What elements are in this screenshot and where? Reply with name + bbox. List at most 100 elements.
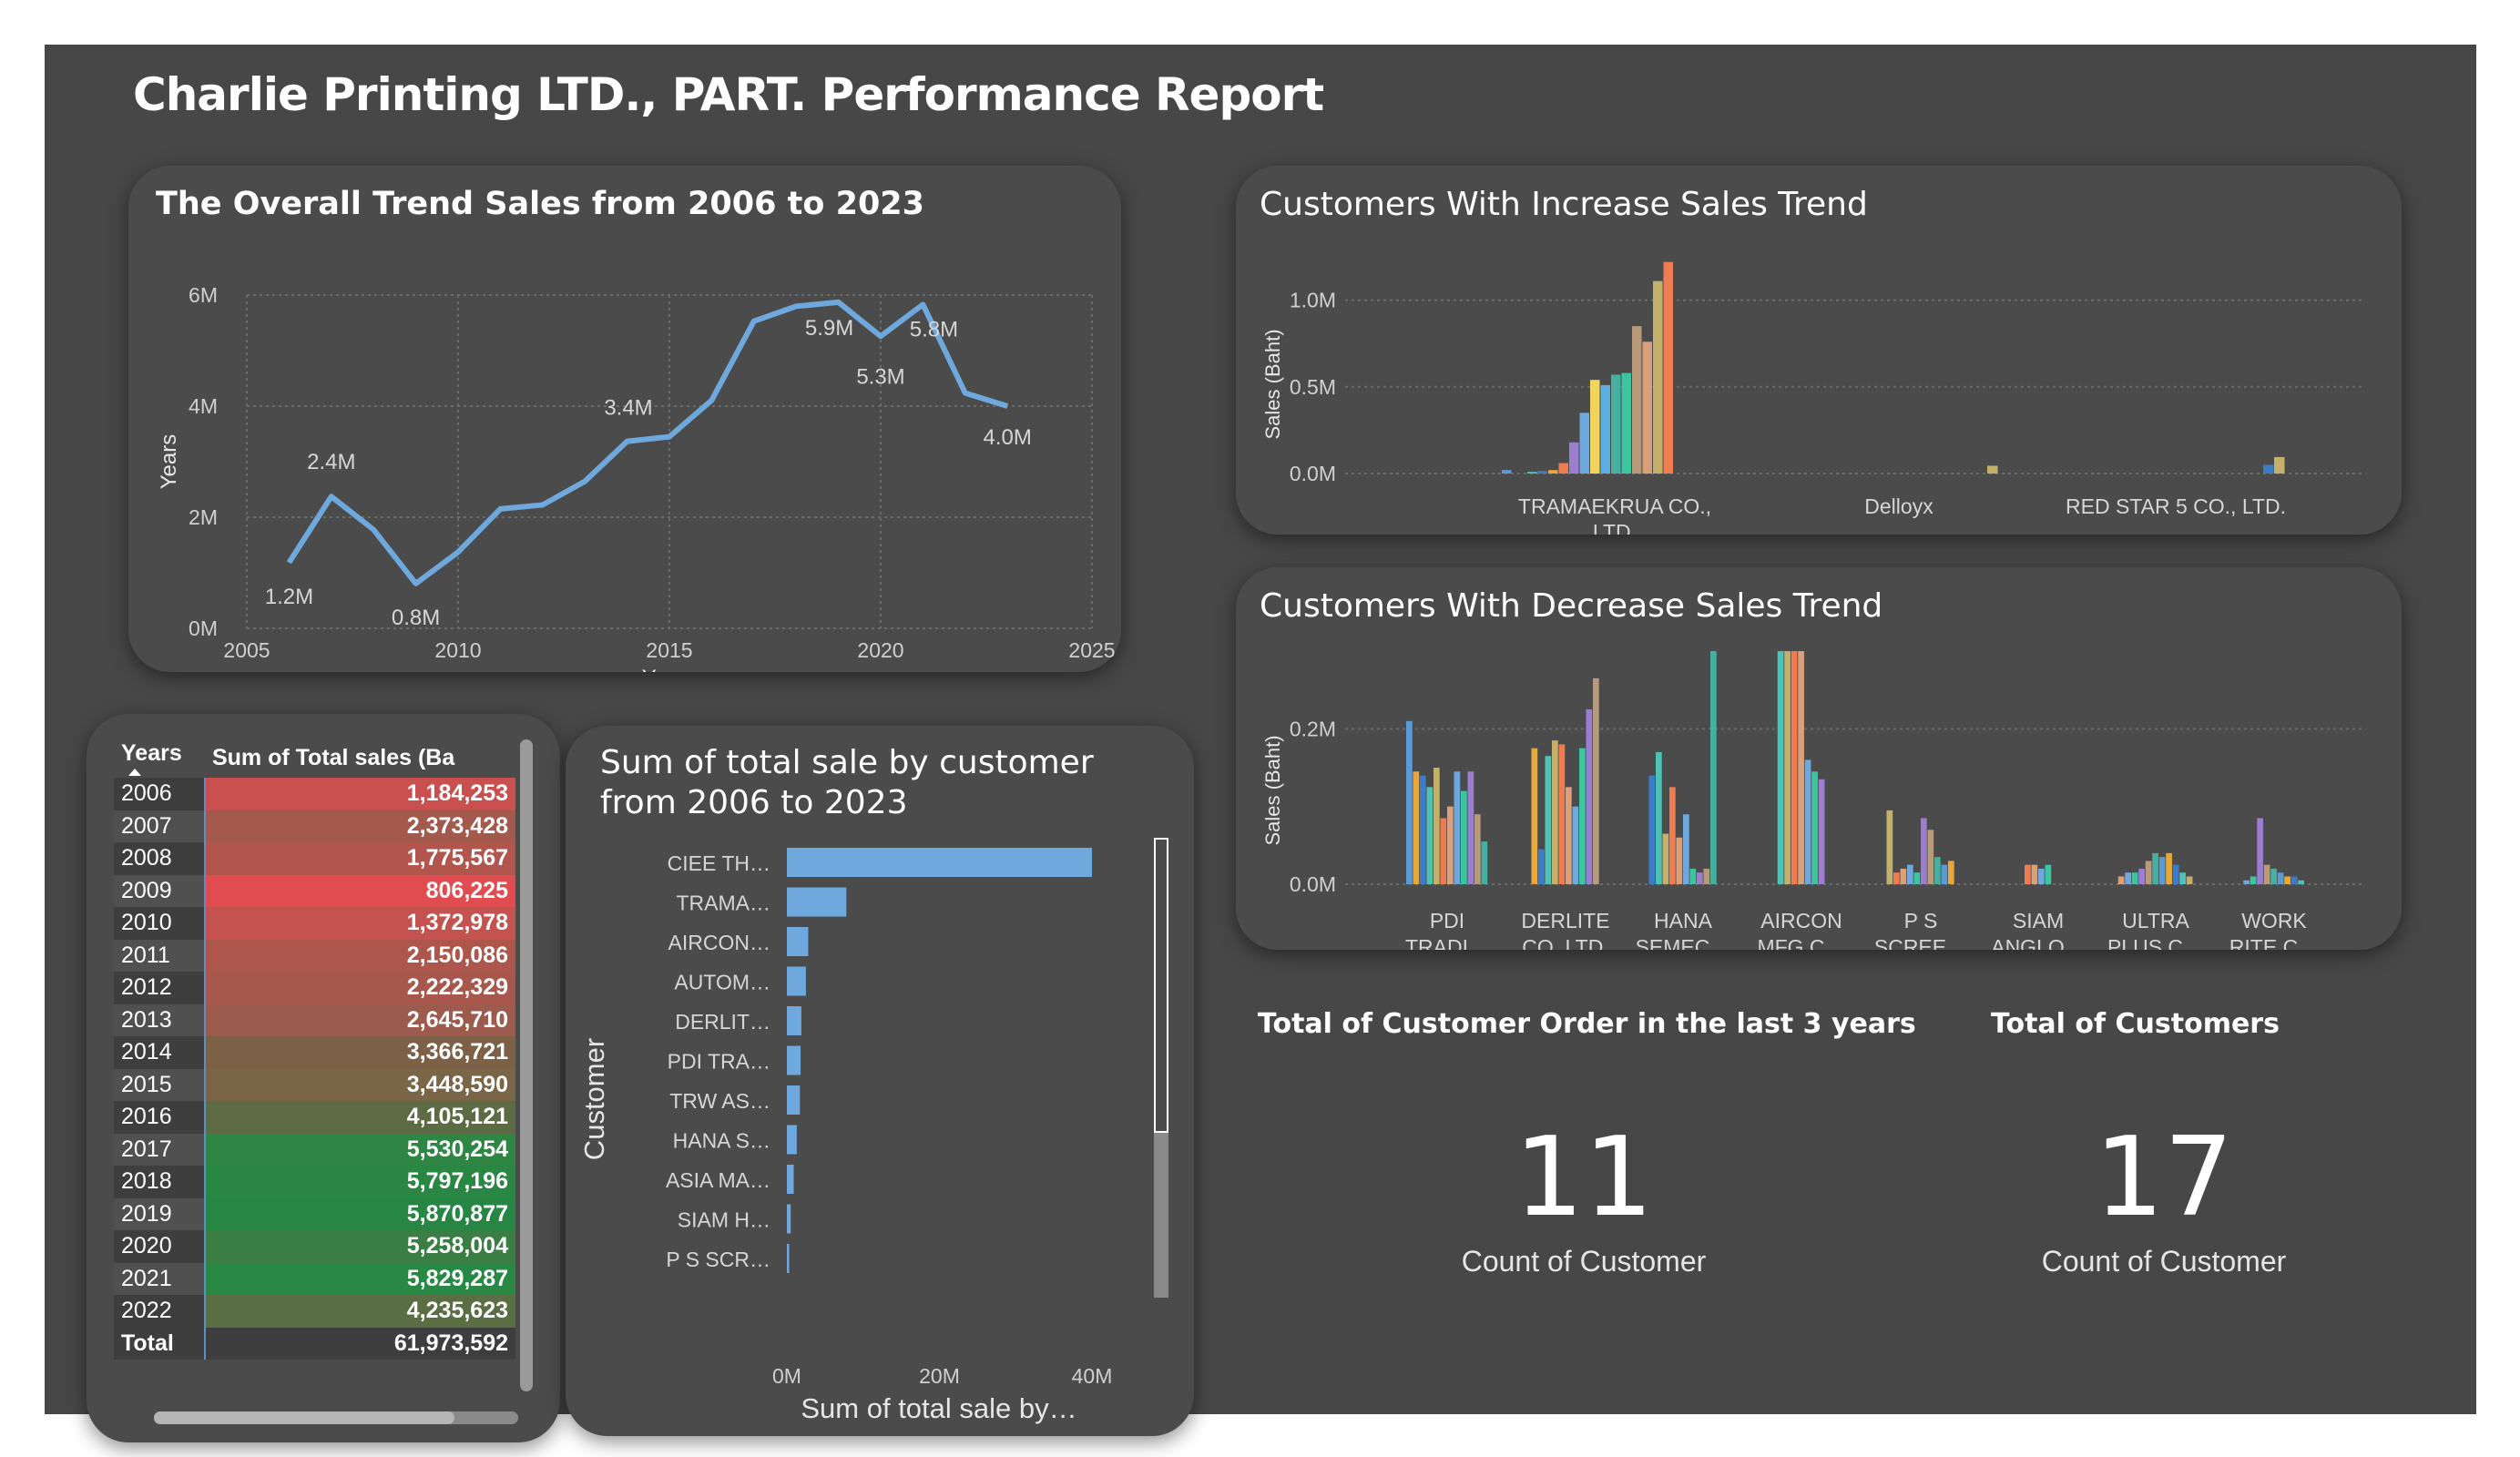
increase-bar (1600, 384, 1610, 474)
table-cell-sales: 5,530,254 (204, 1133, 515, 1166)
decrease-bar (1467, 771, 1474, 884)
table-row[interactable]: 2016 4,105,121 (114, 1101, 515, 1134)
table-row[interactable]: 2011 2,150,086 (114, 939, 515, 972)
decrease-bar (1656, 751, 1662, 884)
decrease-bar (2277, 872, 2284, 884)
y-category-label: TRAMA… (677, 892, 771, 915)
decrease-bar (1784, 651, 1791, 884)
table-cell-year: 2015 (114, 1068, 206, 1101)
increase-bar (1987, 465, 1998, 474)
data-label: 3.4M (604, 396, 652, 421)
table-row[interactable]: 2017 5,530,254 (114, 1133, 515, 1166)
increase-bar (1642, 341, 1652, 474)
table-row[interactable]: 2021 5,829,287 (114, 1262, 515, 1295)
increase-bar (1558, 463, 1568, 474)
x-category-label: AIRCON (1760, 909, 1842, 932)
table-total-label: Total (114, 1327, 206, 1360)
decrease-bar (1426, 787, 1433, 884)
y-tick-label: 4M (189, 394, 218, 418)
increase-bar (2274, 456, 2285, 474)
decrease-bar (1900, 868, 1907, 884)
table-row[interactable]: 2006 1,184,253 (114, 778, 515, 810)
customer-sales-card[interactable]: Sum of total sale by customer from 2006 … (566, 726, 1194, 1436)
decrease-card[interactable]: Customers With Decrease Sales Trend 0.0M… (1236, 567, 2402, 950)
decrease-bar (2179, 872, 2186, 884)
table-header-sum[interactable]: Sum of Total sales (Ba (205, 738, 515, 778)
customer-bar (787, 1125, 797, 1155)
increase-bar-chart[interactable]: 0.0M 0.5M 1.0M Sales (Baht) TRAMAEKRUA CO., L… (1236, 166, 2402, 535)
decrease-bar (1689, 868, 1697, 884)
trend-card[interactable]: The Overall Trend Sales from 2006 to 202… (128, 166, 1121, 672)
horizontal-scroll-thumb[interactable] (154, 1411, 454, 1424)
table-row[interactable]: 2010 1,372,978 (114, 907, 515, 940)
decrease-bar (1572, 806, 1579, 884)
table-row[interactable]: 2018 5,797,196 (114, 1166, 515, 1198)
table-cell-sales: 5,258,004 (204, 1230, 515, 1263)
customer-scrollbar[interactable] (1154, 838, 1168, 1298)
kpi-customers-label: Total of Customers (1991, 1008, 2280, 1040)
data-label: 0.8M (392, 606, 440, 630)
y-category-label: CIEE TH… (668, 851, 770, 875)
decrease-bar (2172, 864, 2179, 884)
decrease-bar (2243, 880, 2250, 884)
decrease-bar-chart[interactable]: 0.0M 0.2M Sales (Baht) PDI TRADI… DERLITE CO.,… (1236, 567, 2402, 950)
customer-bar-chart[interactable]: CIEE TH… TRAMA… AIRCON… AUTOM… DERLIT… PDI TR… (566, 726, 1194, 1436)
decrease-bar (1913, 872, 1921, 884)
x-category-label: P S (1904, 909, 1938, 932)
increase-bar (1632, 326, 1642, 474)
table-row[interactable]: 2007 2,373,428 (114, 810, 515, 842)
decrease-bar (1669, 787, 1676, 884)
decrease-bar (1454, 771, 1461, 884)
table-row[interactable]: 2012 2,222,329 (114, 972, 515, 1004)
y-axis-title: Years (157, 434, 181, 490)
x-category-label: ULTRA (2122, 909, 2189, 932)
decrease-bar (1703, 868, 1710, 884)
customer-scroll-thumb[interactable] (1154, 838, 1168, 1133)
table-cell-year: 2008 (114, 842, 206, 875)
decrease-bar (1927, 830, 1934, 884)
y-category-label: P S SCR… (666, 1248, 770, 1271)
decrease-bar (1676, 837, 1683, 884)
decrease-bar (1683, 814, 1689, 884)
decrease-bar (1420, 775, 1426, 884)
x-category-label: SIAM (2013, 909, 2064, 932)
y-category-label: PDI TRA… (668, 1050, 770, 1074)
y-category-label: SIAM H… (678, 1208, 770, 1232)
table-header-years[interactable]: Years (114, 738, 205, 778)
increase-card[interactable]: Customers With Increase Sales Trend 0.0M… (1236, 166, 2402, 535)
decrease-bar (1934, 857, 1941, 884)
table-row[interactable]: 2013 2,645,710 (114, 1004, 515, 1036)
table-row[interactable]: 2022 4,235,623 (114, 1295, 515, 1328)
x-category-label: SCREE… (1874, 935, 1967, 950)
decrease-bar (1586, 709, 1593, 884)
table-cell-year: 2022 (114, 1295, 206, 1328)
table-row[interactable]: 2009 806,225 (114, 874, 515, 907)
sales-table-card[interactable]: Years Sum of Total sales (Ba 2006 1,184,2… (87, 714, 560, 1442)
table-row[interactable]: 2008 1,775,567 (114, 842, 515, 875)
trend-series-line (286, 299, 1009, 586)
y-tick-label: 6M (189, 283, 218, 307)
vertical-scrollbar[interactable] (520, 739, 533, 1391)
trend-line-chart[interactable]: 0M 2M 4M 6M 2005 2010 2015 2020 2025 Years Years 1.… (128, 166, 1121, 672)
customer-bar (787, 1006, 801, 1035)
data-label: 5.8M (910, 317, 958, 341)
x-category-label: SEMEC… (1636, 935, 1731, 950)
table-row[interactable]: 2019 5,870,877 (114, 1197, 515, 1230)
table-row[interactable]: 2015 3,448,590 (114, 1068, 515, 1101)
horizontal-scrollbar[interactable] (154, 1411, 518, 1424)
x-category-label: TRAMAEKRUA CO., (1518, 494, 1711, 518)
decrease-bar (1777, 651, 1784, 884)
decrease-bar (1948, 861, 1954, 884)
y-axis-title: Customer (578, 1038, 610, 1160)
table-row[interactable]: 2014 3,366,721 (114, 1036, 515, 1069)
increase-bar (1653, 280, 1663, 474)
decrease-bar (1461, 790, 1467, 884)
decrease-bar (2186, 876, 2193, 884)
decrease-bar (2131, 872, 2138, 884)
table-total-row[interactable]: Total 61,973,592 (114, 1327, 515, 1360)
increase-bar (1663, 261, 1673, 474)
y-category-label: HANA S… (673, 1129, 770, 1153)
table-row[interactable]: 2020 5,258,004 (114, 1230, 515, 1263)
x-tick-label: 20M (919, 1364, 960, 1388)
sales-table-wrap: Years Sum of Total sales (Ba 2006 1,184,2… (114, 738, 515, 1397)
